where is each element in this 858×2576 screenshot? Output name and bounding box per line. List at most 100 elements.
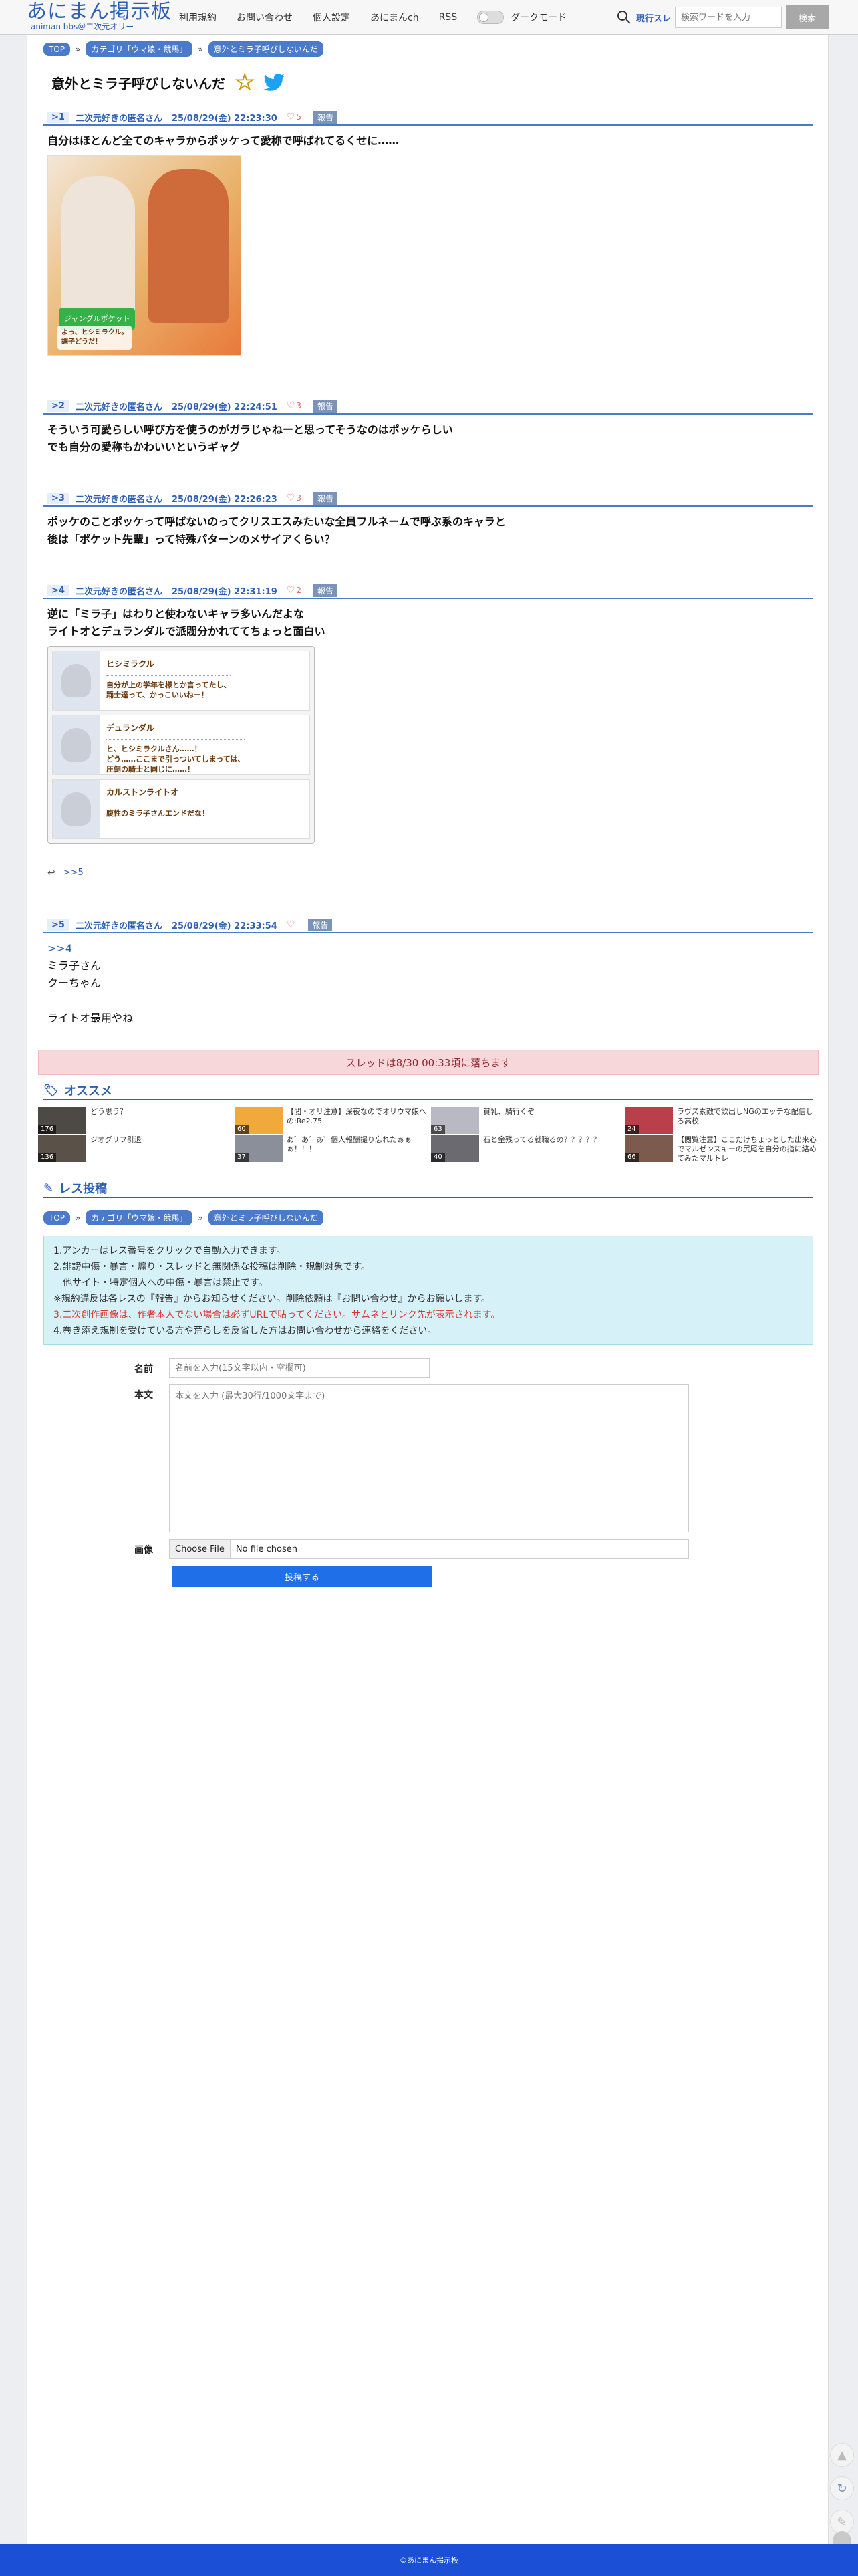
scroll-top-icon[interactable]: ▲ [830, 2443, 854, 2467]
recommend-thread-title: 【閲覧注意】ここだけちょっとした出来心でマルゼンスキーの尻尾を自分の指に絡めてみ… [677, 1135, 817, 1162]
report-button[interactable]: 報告 [313, 584, 338, 597]
side-tools: ▲ ↻ ✎ [830, 2443, 858, 2543]
main-nav: 利用規約 お問い合わせ 個人設定 あにまんch RSS ダークモード [179, 11, 567, 24]
breadcrumb-top[interactable]: TOP [43, 1211, 71, 1225]
rule-line: 4.巻き添え規制を受けている方や荒らしを反省した方はお問い合わせから連絡をくださ… [53, 1326, 437, 1336]
tag-icon: 🏷 [43, 1083, 59, 1098]
thread-thumbnail: 176 [38, 1107, 86, 1134]
image-caption-line: よっ、ヒシミラクル。 [61, 329, 128, 336]
dialog-row: ヒシミラクル 自分が上の学年を様とか言ってたし、 踊士達って、かっこいいねー！ [52, 651, 310, 711]
thread-thumbnail: 60 [235, 1107, 283, 1134]
dialog-line: 自分が上の学年を様とか言ってたし、 [106, 681, 231, 689]
thread-thumbnail: 63 [431, 1107, 479, 1134]
breadcrumb-thread[interactable]: 意外とミラ子呼びしないんだ [208, 1210, 323, 1225]
file-status: No file chosen [235, 1544, 297, 1554]
toggle-knob [479, 13, 489, 22]
recommend-item[interactable]: 136 ジオグリフ引退 [38, 1135, 232, 1162]
nav-rss[interactable]: RSS [439, 12, 458, 23]
recommend-thread-title: どう思う？ [90, 1107, 127, 1116]
comment-count: 40 [431, 1153, 445, 1162]
recommend-item[interactable]: 176 どう思う？ [38, 1107, 232, 1134]
name-label: 名前 [134, 1364, 153, 1375]
comment-count: 63 [431, 1125, 445, 1134]
reply-anchor-link[interactable]: >>5 [63, 868, 84, 878]
dialog-row: デュランダル ヒ、ヒシミラクルさん……！ どう……ここまで引っついてしまっては、… [52, 715, 310, 775]
main-column: TOP » カテゴリ「ウマ娘・競馬」 » 意外とミラ子呼びしないんだ 意外とミラ… [27, 35, 829, 2544]
thread-thumbnail: 24 [625, 1107, 673, 1134]
comment-count: 136 [38, 1153, 57, 1162]
breadcrumb-thread[interactable]: 意外とミラ子呼びしないんだ [208, 41, 323, 57]
heart-icon[interactable]: ♡ [287, 585, 295, 596]
recommend-item[interactable]: 24 ラヴズ素敵で飲出しNGのエッチな配信しろ高校 [625, 1107, 819, 1134]
post-line: 自分はほとんど全てのキャラからポッケって愛称で呼ばれてるくせに…… [47, 134, 400, 147]
breadcrumb-top[interactable]: TOP [43, 42, 71, 56]
nav-terms[interactable]: 利用規約 [179, 11, 217, 24]
thread-expire-notice: スレッドは8/30 00:33頃に落ちます [38, 1050, 819, 1075]
choose-file-button[interactable]: Choose File [170, 1540, 231, 1558]
heart-icon[interactable]: ♡ [287, 493, 295, 503]
reload-icon[interactable]: ↻ [830, 2476, 854, 2500]
image-file-input[interactable]: Choose File No file chosen [169, 1539, 689, 1559]
recommend-section-title: 🏷 オススメ [43, 1082, 813, 1100]
image-caption: よっ、ヒシミラクル。 調子どうだ！ [57, 326, 132, 350]
post-line [47, 992, 809, 1010]
post-date: 25/08/29(金) 22:33:54 [171, 921, 277, 931]
edit-icon[interactable]: ✎ [830, 2510, 854, 2534]
post-header: >5 二次元好きの匿名さん 25/08/29(金) 22:33:54 ♡ 報告 [43, 917, 813, 933]
post-image-dialog[interactable]: ヒシミラクル 自分が上の学年を様とか言ってたし、 踊士達って、かっこいいねー！ … [47, 646, 315, 844]
report-button[interactable]: 報告 [313, 399, 338, 413]
logo-title[interactable]: あにまん掲示板 [27, 1, 172, 23]
breadcrumb-category[interactable]: カテゴリ「ウマ娘・競馬」 [86, 1210, 193, 1225]
post-header: >1 二次元好きの匿名さん 25/08/29(金) 22:23:30 ♡ 5 報… [43, 110, 813, 126]
dialog-line: 踊士達って、かっこいいねー！ [106, 691, 208, 699]
post-body: 逆に「ミラ子」はわりと使わないキャラ多いんだよな ライトオとデュランダルで派閥分… [43, 599, 813, 844]
breadcrumb-category[interactable]: カテゴリ「ウマ娘・競馬」 [86, 41, 193, 57]
report-button[interactable]: 報告 [313, 110, 338, 124]
post: >2 二次元好きの匿名さん 25/08/29(金) 22:24:51 ♡ 3 報… [43, 398, 813, 456]
body-textarea[interactable] [169, 1384, 689, 1532]
nav-settings[interactable]: 個人設定 [313, 11, 350, 24]
post-number[interactable]: >2 [47, 400, 69, 412]
dialog-row: カルストンライトオ 腹性のミラ子さんエンドだな！ [52, 779, 310, 839]
post-header: >3 二次元好きの匿名さん 25/08/29(金) 22:26:23 ♡ 3 報… [43, 491, 813, 507]
recommend-item[interactable]: 60 【閲・オリ注意】深夜なのでオリウマ娘への:Re2.75 [235, 1107, 428, 1134]
post-number[interactable]: >3 [47, 492, 69, 504]
recommend-item[interactable]: 66 【閲覧注意】ここだけちょっとした出来心でマルゼンスキーの尻尾を自分の指に絡… [625, 1135, 819, 1162]
recommend-title-text: オススメ [63, 1084, 112, 1098]
post-author: 二次元好きの匿名さん [75, 113, 162, 124]
recommend-item[interactable]: 40 石と金残ってる就職るの？？？？？ [431, 1135, 625, 1162]
post-number[interactable]: >1 [47, 111, 69, 123]
post-image[interactable]: ジャングルポケット よっ、ヒシミラクル。 調子どうだ！ [47, 155, 241, 356]
nav-contact[interactable]: お問い合わせ [237, 11, 293, 24]
twitter-share-icon[interactable] [264, 73, 285, 92]
name-field[interactable] [169, 1358, 430, 1378]
report-button[interactable]: 報告 [308, 918, 333, 931]
recommend-item[interactable]: 37 あ゛あ゛あ゛個人報酬撮り忘れたぁぁぁ！！！ [235, 1135, 428, 1162]
submit-post-button[interactable]: 投稿する [172, 1566, 432, 1587]
site-logo[interactable]: あにまん掲示板 animan bbs＠二次元オリー [27, 1, 172, 31]
site-footer: ©あにまん掲示板 [0, 2544, 858, 2576]
dark-mode-toggle[interactable] [477, 11, 505, 24]
post-number[interactable]: >5 [47, 919, 69, 931]
post-author: 二次元好きの匿名さん [75, 494, 162, 505]
heart-icon[interactable]: ♡ [287, 919, 295, 930]
search-scope[interactable]: 現行スレ [636, 11, 671, 24]
reply-anchor[interactable]: >>4 [47, 940, 809, 957]
post-body: そういう可愛らしい呼び方を使うのがガラじゃねーと思ってそうなのはポッケらしい で… [43, 415, 813, 456]
search-icon [616, 9, 632, 25]
post-author: 二次元好きの匿名さん [75, 921, 162, 931]
comment-count: 176 [38, 1125, 57, 1134]
post-number[interactable]: >4 [47, 584, 69, 596]
heart-icon[interactable]: ♡ [287, 112, 295, 122]
heart-icon[interactable]: ♡ [287, 400, 295, 411]
nav-animanch[interactable]: あにまんch [370, 11, 419, 24]
recommend-item[interactable]: 63 貧乳、騎行くぞ [431, 1107, 625, 1134]
report-button[interactable]: 報告 [313, 491, 338, 505]
favorite-star-icon[interactable]: ☆ [234, 71, 255, 94]
site-header: あにまん掲示板 animan bbs＠二次元オリー 利用規約 お問い合わせ 個人… [0, 0, 858, 35]
search-input[interactable] [675, 7, 782, 28]
post-line: クーちゃん [47, 977, 102, 989]
dialog-line: 圧倒の騎士と同じに……！ [106, 765, 194, 774]
dialog-speaker: デュランダル [106, 719, 245, 740]
search-button[interactable]: 検索 [786, 5, 829, 29]
